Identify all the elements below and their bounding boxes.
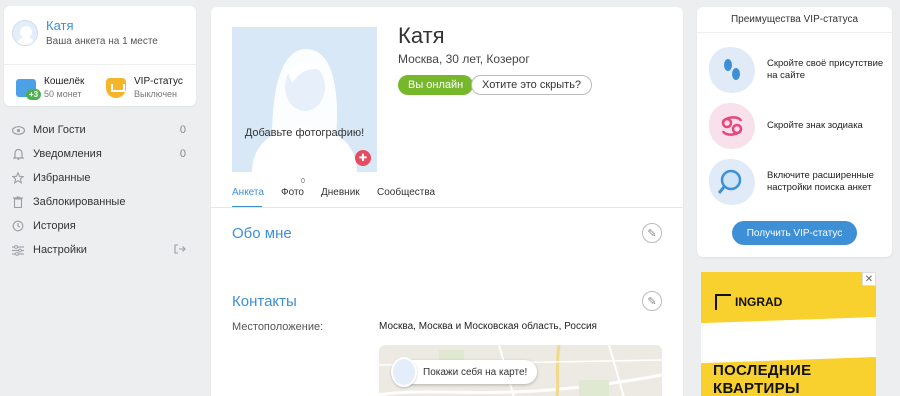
sidebar-item-count: 0 (179, 124, 186, 136)
star-icon (11, 171, 25, 185)
vip-benefit-text: Включите расширенные настройки поиска ан… (767, 170, 874, 193)
about-section-title: Обо мне (232, 225, 292, 242)
hide-online-button[interactable]: Хотите это скрыть? (471, 75, 593, 95)
sidebar-item-guests[interactable]: Мои Гости 0 (0, 118, 196, 142)
sidebar-item-count: 0 (179, 148, 186, 160)
history-icon (11, 219, 25, 233)
tab-communities[interactable]: Сообщества (377, 187, 435, 198)
vip-benefit-text: Скройте знак зодиака (767, 120, 863, 131)
ad-brand-name: INGRAD (735, 295, 783, 309)
close-icon[interactable]: ✕ (862, 272, 876, 286)
sidebar-item-notifications[interactable]: Уведомления 0 (0, 142, 196, 166)
show-on-map-button[interactable]: Покажи себя на карте! (401, 360, 538, 384)
wallet-button[interactable]: +3 Кошелёк 50 монет (16, 76, 85, 100)
crown-icon (106, 77, 126, 98)
zodiac-cancer-icon (709, 103, 755, 149)
logout-icon[interactable] (174, 243, 186, 257)
profile-tabs: Анкета Фото 0 Дневник Сообщества (232, 178, 683, 209)
edit-about-button[interactable]: ✎ (642, 223, 662, 243)
gift-icon[interactable]: ✚ (355, 150, 371, 166)
tab-photos[interactable]: Фото (281, 187, 304, 198)
ad-headline-line: ПОСЛЕДНИЕ (713, 362, 812, 379)
vip-benefit: Включите расширенные настройки поиска ан… (709, 159, 884, 205)
magnifier-icon (709, 159, 755, 205)
profile-info: Москва, 30 лет, Козерог (398, 52, 530, 66)
sidebar-item-label: Уведомления (33, 148, 102, 160)
pencil-icon: ✎ (647, 227, 657, 240)
brand-mark-icon (715, 294, 731, 310)
sidebar-item-blocked[interactable]: Заблокированные (0, 190, 196, 214)
profile-photo-placeholder[interactable]: Добавьте фотографию! ✚ (232, 27, 377, 172)
sidebar-item-label: Избранные (33, 172, 91, 184)
location-value: Москва, Москва и Московская область, Рос… (379, 321, 597, 332)
vip-status-button[interactable]: VIP-статус Выключен (106, 76, 183, 99)
tab-diary[interactable]: Дневник (321, 187, 360, 198)
avatar[interactable] (12, 19, 38, 46)
vip-title: VIP-статус (134, 76, 183, 87)
female-silhouette-icon (252, 49, 357, 172)
footprints-icon (709, 47, 755, 93)
ad-brand-logo: INGRAD (715, 294, 782, 310)
divider (211, 207, 683, 208)
ad-headline-line: КВАРТИРЫ (713, 380, 800, 396)
edit-contacts-button[interactable]: ✎ (642, 291, 662, 311)
sidebar-item-label: Мои Гости (33, 124, 86, 136)
vip-benefits-panel: Преимущества VIP-статуса Скройте своё пр… (697, 7, 892, 257)
add-photo-text: Добавьте фотографию! (244, 127, 365, 139)
get-vip-button[interactable]: Получить VIP-статус (732, 221, 857, 245)
sidebar-item-history[interactable]: История (0, 214, 196, 238)
divider (697, 32, 892, 33)
settings-icon (11, 243, 25, 257)
online-status-button[interactable]: Вы онлайн (398, 75, 474, 95)
sidebar-menu: Мои Гости 0 Уведомления 0 Избранные Забл… (0, 118, 196, 262)
location-map[interactable]: Покажи себя на карте! (379, 345, 662, 396)
user-summary[interactable]: Катя Ваша анкета на 1 месте (12, 18, 158, 47)
wallet-icon: +3 (16, 78, 42, 100)
wallet-bonus-badge: +3 (26, 88, 42, 100)
ad-headline: ПОСЛЕДНИЕ КВАРТИРЫ (713, 362, 811, 396)
bell-icon (11, 147, 25, 161)
sidebar-item-label: Заблокированные (33, 196, 126, 208)
contacts-section-title: Контакты (232, 293, 297, 310)
vip-benefit-text: Скройте своё присутствие на сайте (767, 58, 884, 81)
pencil-icon: ✎ (647, 295, 657, 308)
user-rank: Ваша анкета на 1 месте (46, 36, 158, 47)
avatar-map-pin (391, 357, 417, 387)
tab-photos-count: 0 (301, 178, 305, 185)
sidebar-item-settings[interactable]: Настройки (0, 238, 196, 262)
vip-state: Выключен (134, 89, 177, 99)
torn-paper-decoration (701, 316, 876, 364)
divider (4, 64, 196, 65)
profile-name: Катя (398, 23, 445, 48)
vip-panel-title: Преимущества VIP-статуса (730, 14, 859, 25)
advertisement-banner[interactable]: ✕ INGRAD ПОСЛЕДНИЕ КВАРТИРЫ (701, 272, 876, 396)
vip-benefit: Скройте своё присутствие на сайте (709, 47, 884, 93)
eye-icon (11, 123, 25, 137)
wallet-amount: 50 монет (44, 89, 82, 99)
sidebar-item-label: Настройки (33, 244, 87, 256)
user-name[interactable]: Катя (46, 18, 158, 33)
sidebar-item-label: История (33, 220, 76, 232)
vip-benefit: Скройте знак зодиака (709, 103, 884, 149)
profile-card: Добавьте фотографию! ✚ Катя Москва, 30 л… (211, 7, 683, 396)
user-card: Катя Ваша анкета на 1 месте +3 Кошелёк 5… (4, 6, 196, 106)
sidebar-item-favorites[interactable]: Избранные (0, 166, 196, 190)
tab-profile[interactable]: Анкета (232, 187, 264, 198)
wallet-title: Кошелёк (44, 76, 85, 87)
trash-icon (11, 195, 25, 209)
location-label: Местоположение: (232, 321, 324, 333)
